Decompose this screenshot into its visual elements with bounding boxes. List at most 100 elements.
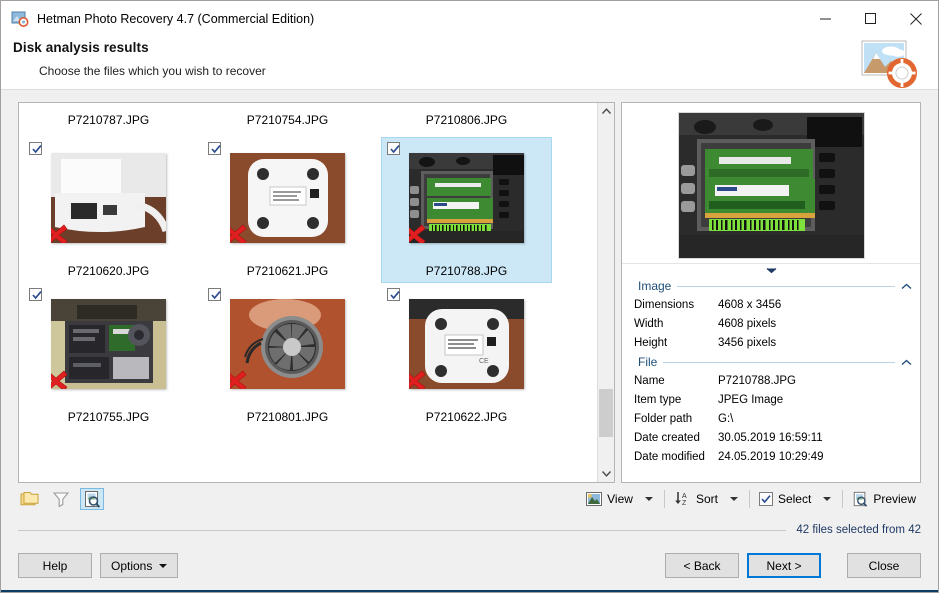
thumbnail-caption: P7210787.JPG — [67, 113, 150, 127]
thumbnail-checkbox[interactable] — [29, 142, 42, 155]
scroll-track[interactable] — [598, 120, 614, 465]
minimize-button[interactable] — [803, 1, 848, 36]
options-button[interactable]: Options — [100, 553, 179, 578]
select-button[interactable]: Select — [754, 490, 816, 508]
folders-icon — [20, 492, 39, 506]
thumbnail-cell[interactable]: P7210801.JPG — [198, 283, 377, 429]
thumbnail-cell[interactable]: CE P7210622.JPG — [377, 283, 556, 429]
scroll-thumb[interactable] — [599, 389, 613, 438]
property-group-rule — [663, 361, 895, 363]
property-value: 4608 pixels — [718, 318, 777, 330]
checkmark-icon — [211, 291, 221, 300]
property-row: Dimensions 4608 x 3456 — [630, 296, 912, 315]
thumbnail-caption: P7210622.JPG — [425, 410, 508, 424]
thumbnail-row: P7210755.JPG P7210801.JPG CE P7210622.JP… — [19, 283, 597, 429]
window-controls — [803, 1, 938, 36]
title-bar: Hetman Photo Recovery 4.7 (Commercial Ed… — [1, 1, 938, 36]
back-button[interactable]: < Back — [665, 553, 739, 578]
thumbnail-cell[interactable]: P7210755.JPG — [19, 283, 198, 429]
thumbnail-caption: P7210788.JPG — [425, 264, 508, 278]
thumbnail-checkbox[interactable] — [387, 288, 400, 301]
thumbnail-row: P7210787.JPG P7210754.JPG P7210806.JPG — [19, 103, 597, 137]
view-button[interactable]: View — [581, 490, 638, 508]
thumbnail-caption: P7210620.JPG — [67, 264, 150, 278]
thumbnail-cell[interactable]: P7210620.JPG — [19, 137, 198, 283]
property-value: P7210788.JPG — [718, 375, 797, 387]
property-group-header[interactable]: File — [630, 355, 912, 369]
checkmark-icon — [390, 291, 400, 300]
property-key: Height — [634, 337, 668, 349]
thumbnail-image-wrap[interactable]: CE — [377, 283, 556, 405]
sort-dropdown-caret[interactable] — [729, 497, 738, 501]
app-icon — [11, 10, 29, 28]
thumbnail-checkbox[interactable] — [387, 142, 400, 155]
thumbnail-cell[interactable]: P7210621.JPG — [198, 137, 377, 283]
panel-splitter[interactable] — [622, 263, 920, 277]
options-label: Options — [111, 558, 153, 573]
close-footer-button[interactable]: Close — [847, 553, 921, 578]
select-label: Select — [777, 492, 812, 506]
property-value: 30.05.2019 16:59:11 — [718, 432, 823, 444]
svg-text:CE: CE — [479, 358, 489, 365]
next-button[interactable]: Next > — [747, 553, 821, 578]
folders-icon-button[interactable] — [18, 488, 42, 510]
thumbnail-image-wrap[interactable] — [19, 137, 198, 259]
property-row: Width 4608 pixels — [630, 315, 912, 334]
sort-label: Sort — [695, 492, 718, 506]
property-value: 4608 x 3456 — [718, 299, 782, 311]
thumbnail-cell[interactable]: P7210754.JPG — [198, 103, 377, 137]
thumbnail-image-wrap[interactable] — [198, 137, 377, 259]
scroll-down-button[interactable] — [598, 465, 614, 482]
property-value: G:\ — [718, 413, 734, 425]
chevron-up-icon[interactable] — [895, 283, 912, 290]
content-area: P7210787.JPG P7210754.JPG P7210806.JPG P72… — [1, 90, 938, 483]
property-group-header[interactable]: Image — [630, 279, 912, 293]
thumbnail-image-wrap[interactable] — [198, 283, 377, 405]
chevron-down-icon — [766, 268, 776, 274]
select-dropdown-caret[interactable] — [823, 497, 832, 501]
thumbnail-cell[interactable]: P7210787.JPG — [19, 103, 198, 137]
thumbnail-caption: P7210801.JPG — [246, 410, 329, 424]
property-key: Folder path — [634, 413, 693, 425]
preview-search-icon-button[interactable] — [80, 488, 104, 510]
help-button[interactable]: Help — [18, 553, 92, 578]
property-row: Height 3456 pixels — [630, 334, 912, 353]
property-row: Date created 30.05.2019 16:59:11 — [630, 429, 912, 448]
svg-text:A: A — [682, 493, 687, 500]
status-text: 42 files selected from 42 — [796, 524, 921, 536]
deleted-file-x-icon — [51, 367, 69, 389]
deleted-file-x-icon — [230, 367, 248, 389]
toolbar-separator-3 — [842, 490, 844, 508]
select-checkbox-icon — [758, 492, 773, 506]
thumbnail-cell[interactable]: P7210788.JPG — [377, 137, 556, 283]
property-key: Date modified — [634, 451, 705, 463]
thumbnail-photo: CE — [409, 299, 524, 389]
photo-recovery-logo — [858, 37, 924, 89]
status-divider — [18, 529, 787, 531]
preview-area — [622, 103, 920, 263]
checkmark-icon — [32, 291, 42, 300]
close-button[interactable] — [893, 1, 938, 36]
thumbnail-grid: P7210787.JPG P7210754.JPG P7210806.JPG P72… — [19, 103, 597, 482]
thumbnail-checkbox[interactable] — [29, 288, 42, 301]
sort-button[interactable]: A Z Sort — [669, 489, 723, 509]
thumbnail-cell[interactable]: P7210806.JPG — [377, 103, 556, 137]
deleted-file-x-icon — [409, 367, 427, 389]
view-dropdown-caret[interactable] — [644, 497, 653, 501]
scroll-up-button[interactable] — [598, 103, 614, 120]
thumbnail-checkbox[interactable] — [208, 288, 221, 301]
preview-button[interactable]: Preview — [847, 489, 921, 509]
thumbnail-checkbox[interactable] — [208, 142, 221, 155]
chevron-up-icon[interactable] — [895, 359, 912, 366]
thumbnail-image-wrap[interactable] — [19, 283, 198, 405]
thumbnail-image-wrap[interactable] — [377, 137, 556, 259]
thumbnail-scrollbar[interactable] — [597, 103, 614, 482]
preview-properties-panel: Image Dimensions 4608 x 3456 Width 4608 pixe… — [621, 102, 921, 483]
thumbnail-row: P7210620.JPG P7210621.JPG P7210788.JPG — [19, 137, 597, 283]
property-value: 24.05.2019 10:29:49 — [718, 451, 824, 463]
thumbnail-photo — [51, 153, 166, 243]
property-key: Item type — [634, 394, 682, 406]
filter-icon-button[interactable] — [49, 488, 73, 510]
maximize-button[interactable] — [848, 1, 893, 36]
toolbar-right-tools: View A Z Sort Select Preview — [581, 489, 921, 509]
